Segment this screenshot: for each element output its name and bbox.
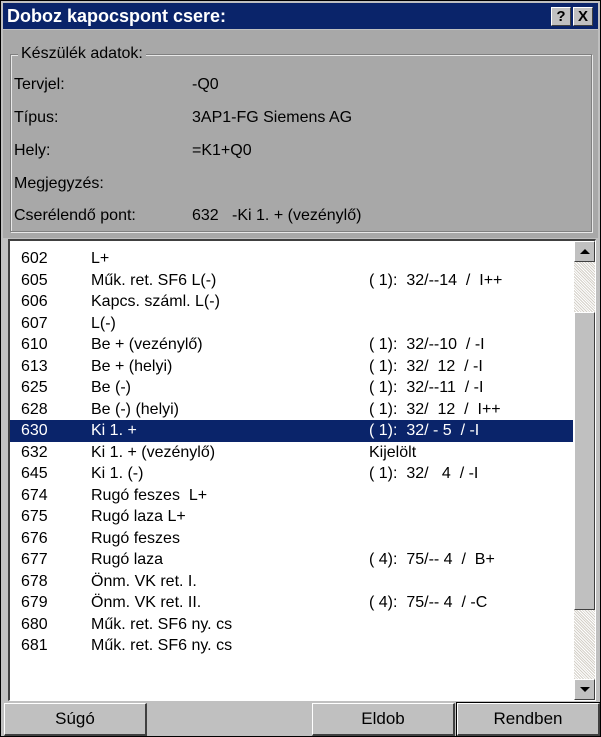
- value-tervjel: -Q0: [192, 76, 219, 93]
- terminal-list[interactable]: 602 L+ 605 Műk. ret. SF6 L(-) ( 1): 32/--14 …: [8, 239, 596, 701]
- list-row-code: 628: [21, 400, 48, 418]
- label-tervjel: Tervjel:: [14, 76, 65, 93]
- list-row-code: 630: [21, 422, 48, 439]
- label-hely: Hely:: [14, 142, 51, 159]
- list-row[interactable]: 607 L(-): [10, 313, 573, 335]
- list-row-code: 625: [21, 379, 48, 396]
- list-row[interactable]: 610 Be + (vezénylő) ( 1): 32/--10 / -I: [10, 334, 573, 356]
- close-button[interactable]: X: [573, 7, 593, 26]
- list-row-ref: ( 1): 32/ 4 / -I: [369, 465, 479, 482]
- scroll-up-button[interactable]: [574, 241, 595, 262]
- list-row[interactable]: 605 Műk. ret. SF6 L(-) ( 1): 32/--14 / I++: [10, 270, 573, 292]
- list-row-code: 681: [21, 637, 48, 654]
- dialog-title: Doboz kapocspont csere:: [7, 6, 227, 26]
- list-row-code: 610: [21, 336, 48, 353]
- list-row-ref: ( 4): 75/-- 4 / -C: [369, 594, 488, 611]
- list-row-name: Rugó laza L+: [91, 508, 186, 525]
- label-tipus: Típus:: [14, 109, 59, 126]
- list-row-ref: ( 4): 75/-- 4 / B+: [369, 551, 495, 568]
- list-row-code: 645: [21, 465, 48, 482]
- list-row[interactable]: 677 Rugó laza ( 4): 75/-- 4 / B+: [10, 549, 573, 571]
- list-row-code: 607: [21, 314, 48, 332]
- list-row-name: L(-): [91, 314, 116, 332]
- list-row-code: 678: [21, 572, 48, 590]
- list-row-ref: ( 1): 32/ 12 / I++: [369, 400, 501, 418]
- list-row-name: Be + (vezénylő): [91, 336, 203, 353]
- help-title-button[interactable]: ?: [551, 7, 571, 26]
- list-row[interactable]: 632 Ki 1. + (vezénylő) Kijelölt: [10, 442, 573, 464]
- list-row-name: Ki 1. + (vezénylő): [91, 443, 216, 461]
- list-row-name: Be (-) (helyi): [91, 400, 180, 418]
- list-row-code: 679: [21, 594, 48, 611]
- list-row[interactable]: 602 L+: [10, 248, 573, 270]
- list-row-ref: ( 1): 32/--14 / I++: [369, 271, 503, 289]
- arrow-down-icon: [580, 687, 590, 692]
- list-row-name: Kapcs. száml. L(-): [91, 293, 220, 310]
- list-row-name: Műk. ret. SF6 ny. cs: [91, 637, 233, 654]
- list-row-ref: ( 1): 32/ 12 / -I: [369, 357, 483, 375]
- device-info-panel: Készülék adatok: Tervjel: -Q0 Típus: 3AP…: [3, 30, 598, 238]
- list-row[interactable]: 606 Kapcs. száml. L(-): [10, 291, 573, 313]
- list-row-ref: ( 1): 32/--11 / -I: [369, 379, 484, 396]
- list-row-name: Rugó feszes: [91, 529, 180, 547]
- list-row[interactable]: 628 Be (-) (helyi) ( 1): 32/ 12 / I++: [10, 399, 573, 421]
- list-row[interactable]: 678 Önm. VK ret. I.: [10, 571, 573, 593]
- list-row-name: Rugó laza: [91, 551, 164, 568]
- discard-button[interactable]: Eldob: [312, 703, 455, 736]
- list-row-code: 606: [21, 293, 48, 310]
- list-row-name: L+: [91, 250, 110, 267]
- list-row-name: Rugó feszes L+: [91, 486, 208, 504]
- list-row-name: Ki 1. (-): [91, 465, 144, 482]
- label-cserelendo-pont: Cserélendő pont:: [14, 207, 136, 224]
- list-row[interactable]: 613 Be + (helyi) ( 1): 32/ 12 / -I: [10, 356, 573, 378]
- value-tipus: 3AP1-FG Siemens AG: [192, 109, 353, 126]
- list-row-name: Be (-): [91, 379, 131, 396]
- list-row[interactable]: 679 Önm. VK ret. II. ( 4): 75/-- 4 / -C: [10, 592, 573, 614]
- list-row[interactable]: 676 Rugó feszes: [10, 528, 573, 550]
- ok-button[interactable]: Rendben: [456, 702, 601, 737]
- list-row-code: 605: [21, 271, 48, 289]
- arrow-up-icon: [580, 249, 590, 254]
- list-row-ref: ( 1): 32/ - 5 / -I: [369, 422, 480, 439]
- list-row-name: Műk. ret. SF6 ny. cs: [91, 615, 233, 633]
- device-group-legend: Készülék adatok:: [18, 43, 146, 65]
- label-megjegyzes: Megjegyzés:: [14, 175, 104, 192]
- help-button[interactable]: Súgó: [4, 703, 147, 736]
- list-row-name: Ki 1. +: [91, 422, 137, 439]
- list-row-code: 675: [21, 508, 48, 525]
- list-row-code: 676: [21, 529, 48, 547]
- list-row-code: 632: [21, 443, 48, 461]
- list-row-name: Műk. ret. SF6 L(-): [91, 271, 217, 289]
- scroll-thumb[interactable]: [574, 312, 595, 610]
- scroll-down-button[interactable]: [574, 679, 595, 700]
- title-bar: Doboz kapocspont csere: ? X: [3, 3, 598, 29]
- value-hely: =K1+Q0: [192, 142, 252, 159]
- list-row-code: 677: [21, 551, 48, 568]
- list-row-name: Be + (helyi): [91, 357, 173, 375]
- list-row[interactable]: 674 Rugó feszes L+: [10, 485, 573, 507]
- list-row-name: Önm. VK ret. II.: [91, 594, 202, 611]
- list-row-code: 602: [21, 250, 48, 267]
- list-row-code: 613: [21, 357, 48, 375]
- list-row-ref: Kijelölt: [369, 443, 417, 461]
- dialog-window: Doboz kapocspont csere: ? X Készülék ada…: [0, 0, 601, 737]
- vertical-scrollbar[interactable]: [574, 241, 595, 700]
- list-row[interactable]: 681 Műk. ret. SF6 ny. cs: [10, 635, 573, 657]
- terminal-list-rows: 602 L+ 605 Műk. ret. SF6 L(-) ( 1): 32/--14 …: [10, 248, 573, 657]
- list-row[interactable]: 645 Ki 1. (-) ( 1): 32/ 4 / -I: [10, 463, 573, 485]
- list-row-ref: ( 1): 32/--10 / -I: [369, 336, 485, 353]
- list-row-code: 674: [21, 486, 48, 504]
- list-row[interactable]: 675 Rugó laza L+: [10, 506, 573, 528]
- list-row[interactable]: 625 Be (-) ( 1): 32/--11 / -I: [10, 377, 573, 399]
- list-row-name: Önm. VK ret. I.: [91, 572, 197, 590]
- list-row[interactable]: 630 Ki 1. + ( 1): 32/ - 5 / -I: [10, 420, 573, 442]
- list-row[interactable]: 680 Műk. ret. SF6 ny. cs: [10, 614, 573, 636]
- value-cserelendo-pont: 632 -Ki 1. + (vezénylő): [192, 207, 362, 224]
- list-row-code: 680: [21, 615, 48, 633]
